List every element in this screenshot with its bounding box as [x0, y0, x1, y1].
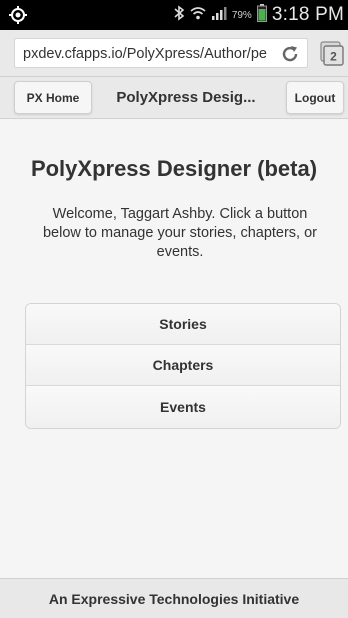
events-button[interactable]: Events	[26, 386, 340, 428]
footer: An Expressive Technologies Initiative	[0, 578, 348, 618]
manage-button-group: Stories Chapters Events	[25, 303, 341, 429]
status-bar: 79% 3:18 PM	[0, 0, 348, 30]
stories-button[interactable]: Stories	[26, 304, 340, 345]
signal-icon	[211, 5, 227, 26]
logout-button[interactable]: Logout	[286, 81, 344, 114]
bluetooth-icon	[173, 4, 185, 26]
main-content: PolyXpress Designer (beta) Welcome, Tagg…	[0, 120, 348, 578]
reload-icon[interactable]	[279, 43, 301, 65]
browser-toolbar: pxdev.cfapps.io/PolyXpress/Author/pe 2	[0, 30, 348, 77]
tabs-icon[interactable]: 2	[318, 41, 344, 67]
chapters-button[interactable]: Chapters	[26, 345, 340, 386]
status-time: 3:18 PM	[271, 4, 344, 25]
tab-count: 2	[330, 50, 337, 64]
gps-icon	[8, 5, 28, 25]
px-home-button[interactable]: PX Home	[14, 81, 92, 114]
welcome-text: Welcome, Taggart Ashby. Click a button b…	[42, 206, 318, 260]
page: 79% 3:18 PM pxdev.cfapps.io/PolyXpress/A…	[0, 0, 348, 618]
battery-icon	[256, 3, 267, 27]
url-bar[interactable]: pxdev.cfapps.io/PolyXpress/Author/pe	[14, 38, 308, 68]
battery-percent: 79%	[231, 9, 252, 21]
wifi-icon	[190, 5, 206, 26]
header-title: PolyXpress Desig...	[116, 89, 256, 106]
app-header: PX Home PolyXpress Desig... Logout	[0, 77, 348, 119]
url-text: pxdev.cfapps.io/PolyXpress/Author/pe	[23, 46, 267, 62]
page-title: PolyXpress Designer (beta)	[30, 156, 318, 181]
